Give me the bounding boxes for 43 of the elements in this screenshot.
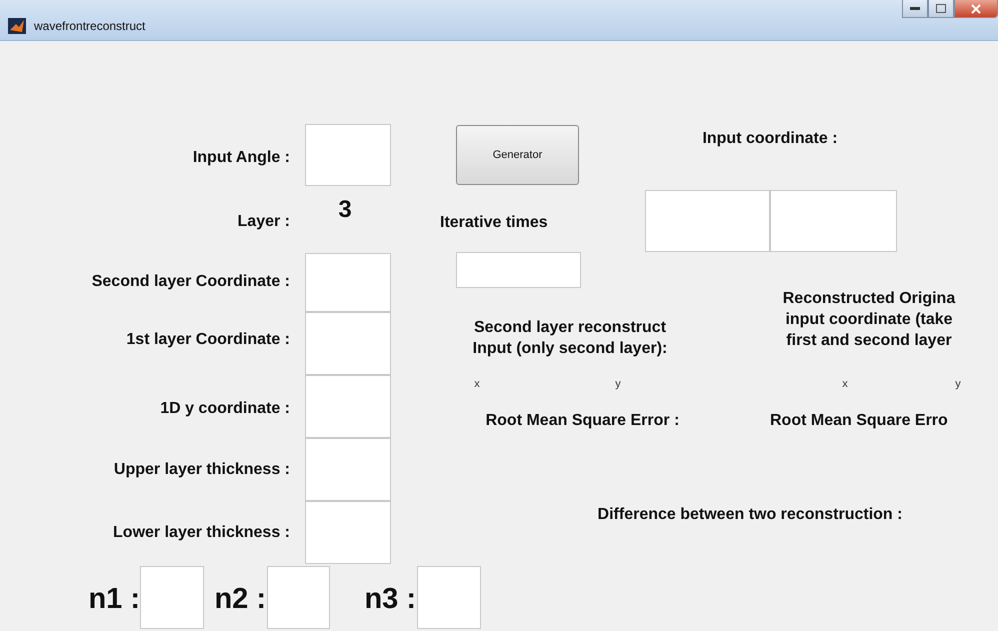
field-label: Upper layer thickness :: [112, 460, 290, 480]
layer-value: 3: [337, 195, 353, 225]
generator-button[interactable]: Generator: [456, 125, 579, 185]
field-label: Second layer Coordinate :: [90, 272, 290, 292]
axis-label: y: [954, 377, 962, 392]
field-label: Root Mean Square Erro: [770, 411, 949, 431]
input-field[interactable]: [770, 190, 897, 252]
input-field[interactable]: [417, 566, 481, 629]
maximize-icon: [936, 4, 946, 13]
input-field[interactable]: [305, 312, 391, 375]
input-field[interactable]: [305, 253, 391, 312]
index-label: n2 :: [213, 582, 266, 617]
app-icon: [8, 18, 26, 34]
field-label: 1st layer Coordinate :: [125, 330, 290, 350]
input-field[interactable]: [305, 438, 391, 501]
axis-label: x: [841, 377, 849, 392]
input-field[interactable]: [456, 252, 581, 288]
field-label: Root Mean Square Error :: [484, 411, 680, 431]
field-label: 1D y coordinate :: [159, 399, 290, 419]
axis-label: y: [614, 377, 622, 392]
axis-label: x: [473, 377, 481, 392]
field-label: Input coordinate :: [701, 129, 839, 149]
input-field[interactable]: [267, 566, 330, 629]
close-button[interactable]: [954, 0, 998, 18]
input-field[interactable]: [305, 124, 391, 186]
input-field[interactable]: [305, 501, 391, 564]
input-field[interactable]: [140, 566, 204, 629]
minimize-icon: [910, 6, 920, 10]
field-label: Input Angle :: [192, 148, 290, 168]
input-field[interactable]: [305, 375, 391, 438]
window-title: wavefrontreconstruct: [34, 19, 146, 33]
index-label: n1 :: [87, 582, 140, 617]
section-heading: Reconstructed Origina input coordinate (take first and second layer: [782, 289, 956, 351]
close-icon: [971, 4, 981, 14]
index-label: n3 :: [363, 582, 416, 617]
field-label: Iterative times: [440, 213, 549, 233]
field-label: Difference between two reconstruction :: [596, 505, 904, 525]
field-label: Layer :: [236, 212, 290, 232]
section-heading: Second layer reconstruct Input (only second layer):: [472, 318, 668, 359]
maximize-button[interactable]: [928, 0, 954, 18]
input-field[interactable]: [645, 190, 770, 252]
minimize-button[interactable]: [902, 0, 928, 18]
field-label: Lower layer thickness :: [112, 523, 290, 543]
